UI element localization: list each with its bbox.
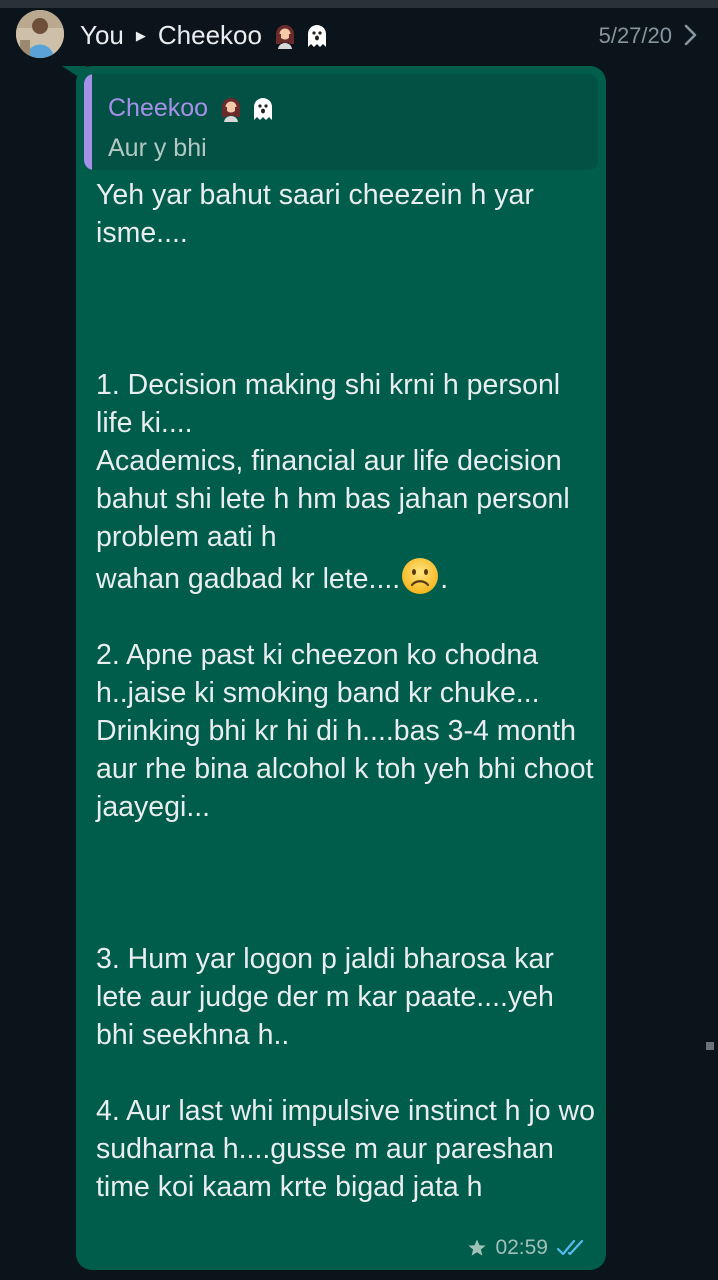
avatar[interactable]	[16, 10, 64, 58]
woman-emoji-icon	[222, 97, 241, 122]
message-time: 02:59	[495, 1236, 548, 1259]
sender-name: You	[80, 20, 124, 50]
quoted-text: Aur y bhi	[108, 134, 207, 162]
message-text-part2: . 2. Apne past ki cheezon ko chodna h..j…	[96, 563, 595, 1203]
message-meta: 02:59	[467, 1236, 590, 1260]
quoted-author: Cheekoo	[108, 94, 276, 123]
message-info-header: You ▶ Cheekoo 5/27/20	[0, 8, 718, 62]
ghost-emoji-icon	[254, 97, 273, 120]
scroll-indicator[interactable]	[706, 1042, 714, 1050]
sender-recipient-line: You ▶ Cheekoo	[80, 20, 330, 51]
quote-accent-bar	[84, 74, 92, 170]
message-text: Yeh yar bahut saari cheezein h yar isme.…	[96, 176, 596, 1206]
arrow-right-icon: ▶	[135, 27, 146, 43]
double-check-read-icon	[556, 1239, 584, 1256]
woman-emoji-icon	[275, 24, 294, 49]
quoted-author-name: Cheekoo	[108, 94, 209, 122]
ghost-emoji-icon	[307, 24, 326, 47]
message-bubble[interactable]: Cheekoo Aur y bhi Yeh yar bahut saari ch…	[76, 66, 606, 1270]
quoted-message[interactable]: Cheekoo Aur y bhi	[84, 74, 598, 170]
message-text-part1: Yeh yar bahut saari cheezein h yar isme.…	[96, 179, 570, 595]
status-bar-strip	[0, 0, 718, 8]
frowning-face-emoji-icon	[402, 558, 439, 594]
star-icon	[468, 1239, 487, 1256]
message-date: 5/27/20	[598, 23, 672, 48]
recipient-name: Cheekoo	[157, 20, 262, 50]
chevron-right-icon[interactable]	[680, 22, 702, 48]
